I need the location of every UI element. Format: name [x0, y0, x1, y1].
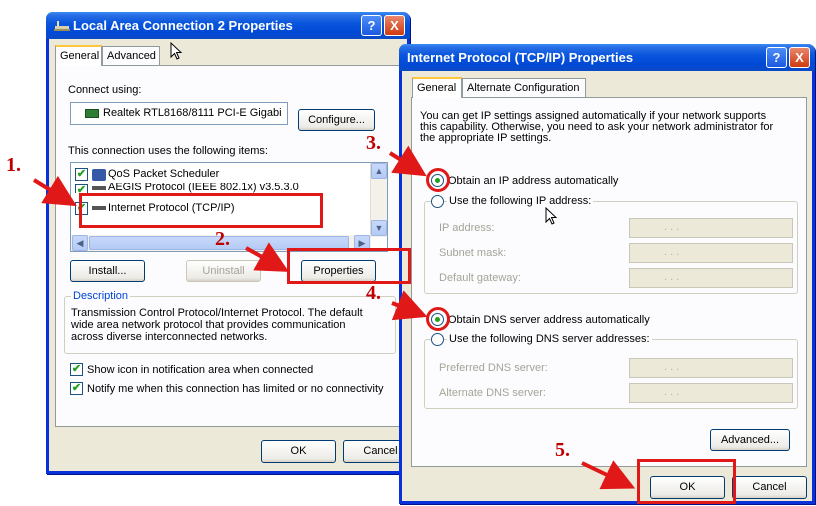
step-1-arrow-icon	[32, 145, 636, 490]
lan-tab-general[interactable]: General	[55, 45, 102, 66]
tcpip-tab-general[interactable]: General	[412, 77, 462, 98]
